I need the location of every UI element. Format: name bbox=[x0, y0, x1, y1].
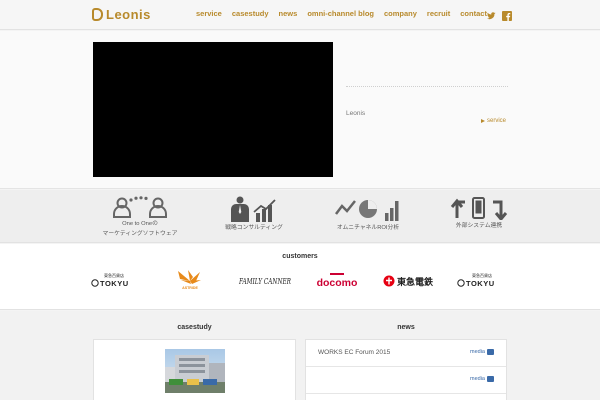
customer-logo-tokyu-dept[interactable]: 東急百貨店 TOKYU bbox=[90, 266, 142, 296]
nav-omni-channel-blog[interactable]: omni-channel blog bbox=[307, 9, 374, 18]
hero-service-link-label: service bbox=[487, 118, 507, 124]
people-connect-icon bbox=[113, 196, 167, 218]
service-label: オムニチャネルROI分析 bbox=[336, 225, 400, 231]
logo-mark-icon bbox=[92, 8, 103, 21]
main-nav: service casestudy news omni-channel blog… bbox=[196, 9, 497, 18]
consultant-chart-icon bbox=[231, 196, 276, 222]
site-header: Leonis service casestudy news omni-chann… bbox=[0, 0, 600, 30]
news-badge: media bbox=[470, 376, 494, 382]
news-list: WORKS EC Forum 2015 media media bbox=[305, 339, 507, 400]
services-band: One to Oneの マーケティングソフトウェア 戦略コンサルティング オムニ… bbox=[0, 190, 600, 243]
customer-logo-astride[interactable]: ASTRIDE bbox=[172, 266, 208, 296]
service-label: 戦略コンサルティング bbox=[225, 225, 283, 231]
news-item[interactable]: WORKS EC Forum 2015 media bbox=[306, 340, 506, 367]
customers-title: customers bbox=[282, 253, 318, 260]
logo-text: ASTRIDE bbox=[182, 286, 198, 290]
news-badge-label: media bbox=[470, 349, 485, 355]
service-label: マーケティングソフトウェア bbox=[102, 231, 178, 237]
hero-label: Leonis bbox=[346, 110, 366, 117]
news-badge-label: media bbox=[470, 376, 485, 382]
service-label: One to Oneの bbox=[122, 221, 158, 227]
customer-logos: 東急百貨店 TOKYU ASTRIDE FAMILY CANNER docomo… bbox=[0, 266, 600, 296]
news-badge: media bbox=[470, 349, 494, 355]
nav-casestudy[interactable]: casestudy bbox=[232, 9, 269, 18]
logo-text: TOKYU bbox=[466, 279, 495, 288]
service-consulting[interactable]: 戦略コンサルティング bbox=[204, 196, 304, 232]
hero-video[interactable] bbox=[93, 42, 333, 177]
facebook-icon[interactable] bbox=[502, 8, 512, 21]
media-icon bbox=[487, 376, 494, 382]
page: Leonis service casestudy news omni-chann… bbox=[0, 0, 600, 400]
customers-section: customers 東急百貨店 TOKYU ASTRIDE FAMILY CAN… bbox=[0, 244, 600, 310]
hero-service-link[interactable]: service bbox=[481, 118, 506, 124]
media-icon bbox=[487, 349, 494, 355]
service-label: 外部システム連携 bbox=[455, 223, 503, 229]
hero-section: Leonis service bbox=[0, 31, 600, 189]
site-logo[interactable]: Leonis bbox=[92, 7, 151, 22]
logo-text: FAMILY CANNER bbox=[238, 277, 291, 286]
logo-subtext: 東急百貨店 bbox=[104, 272, 124, 278]
divider bbox=[346, 86, 508, 87]
logo-subtext: 東急百貨店 bbox=[472, 272, 492, 278]
social-links bbox=[486, 8, 512, 21]
news-title: news bbox=[397, 324, 415, 331]
nav-contact[interactable]: contact bbox=[460, 9, 487, 18]
triangle-right-icon bbox=[481, 119, 485, 123]
nav-news[interactable]: news bbox=[279, 9, 298, 18]
customer-logo-family-canner[interactable]: FAMILY CANNER bbox=[237, 266, 293, 296]
system-integration-icon bbox=[450, 197, 508, 220]
logo-text: Leonis bbox=[106, 7, 151, 22]
service-one-to-one[interactable]: One to Oneの マーケティングソフトウェア bbox=[90, 196, 190, 238]
service-roi-analysis[interactable]: オムニチャネルROI分析 bbox=[318, 196, 418, 232]
casestudy-title: casestudy bbox=[177, 324, 212, 331]
logo-text: 東急電鉄 bbox=[397, 276, 434, 288]
customer-logo-docomo[interactable]: docomo bbox=[311, 266, 363, 296]
casestudy-card[interactable] bbox=[93, 339, 296, 400]
customer-logo-tokyu-dept-2[interactable]: 東急百貨店 TOKYU bbox=[456, 266, 512, 296]
news-item-text: WORKS EC Forum 2015 bbox=[318, 349, 391, 356]
logo-text: docomo bbox=[317, 277, 358, 289]
service-system-integration[interactable]: 外部システム連携 bbox=[429, 196, 529, 230]
customer-logo-tokyu-railway[interactable]: 東急電鉄 bbox=[382, 266, 438, 296]
nav-service[interactable]: service bbox=[196, 9, 222, 18]
nav-recruit[interactable]: recruit bbox=[427, 9, 450, 18]
analytics-icon bbox=[335, 200, 399, 221]
bottom-section: casestudy news WORKS EC Forum 2015 media… bbox=[0, 311, 600, 400]
nav-company[interactable]: company bbox=[384, 9, 417, 18]
news-item[interactable]: media bbox=[306, 367, 506, 394]
casestudy-image[interactable] bbox=[165, 349, 225, 393]
logo-text: TOKYU bbox=[100, 279, 129, 288]
twitter-icon[interactable] bbox=[486, 8, 496, 20]
